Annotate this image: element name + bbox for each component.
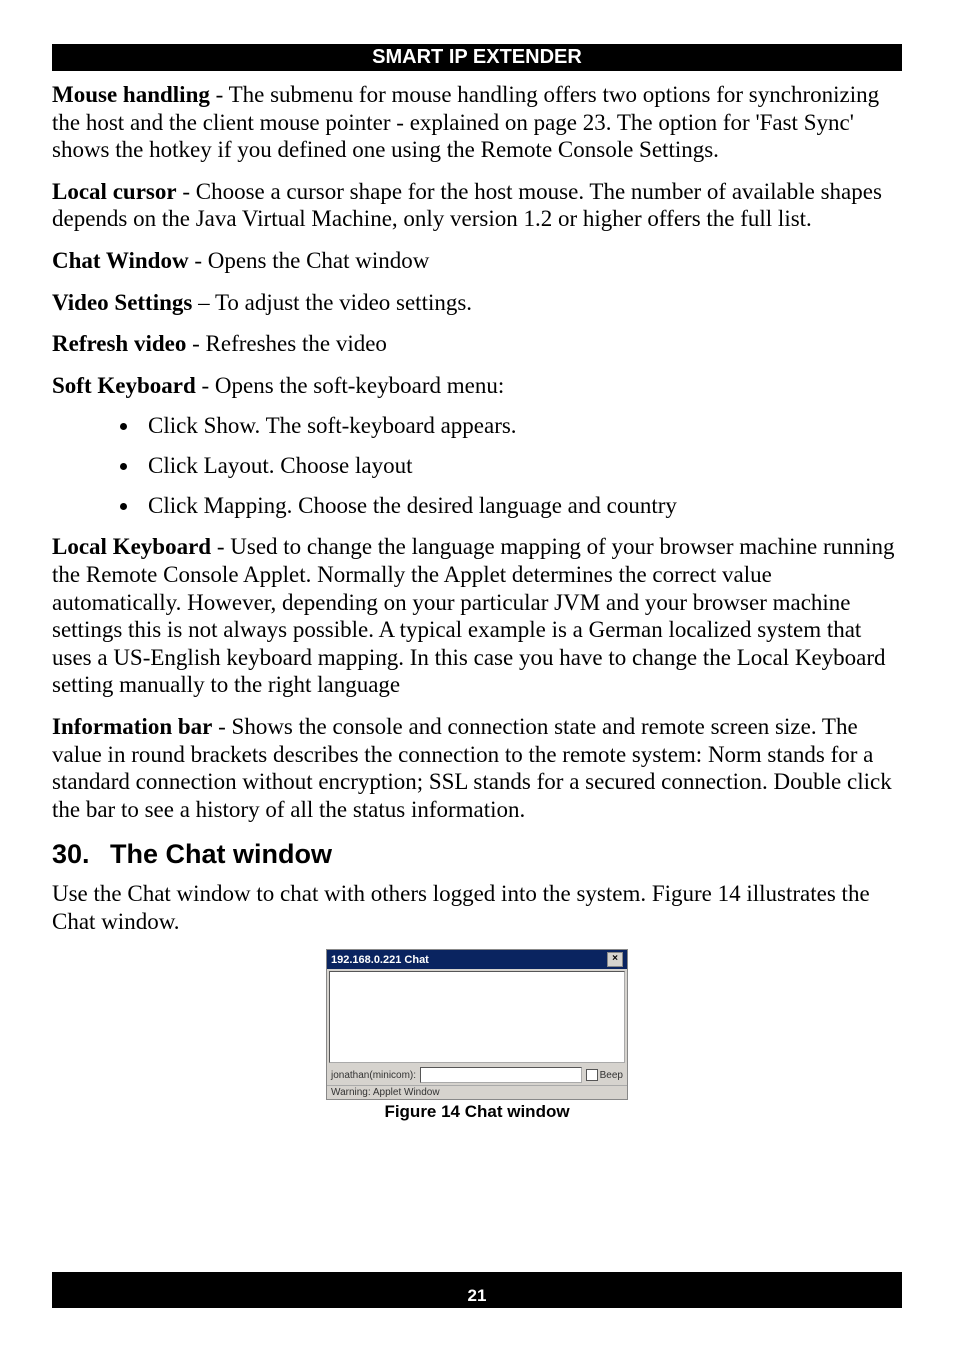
section-title: The Chat window [110, 839, 332, 869]
header-bar: SMART IP EXTENDER [52, 44, 902, 71]
beep-label: Beep [600, 1070, 623, 1081]
text-chat-window: - Opens the Chat window [189, 248, 430, 273]
figure-wrap: 192.168.0.221 Chat × jonathan(minicom): … [52, 949, 902, 1122]
bullet-mapping: Click Mapping. Choose the desired langua… [140, 493, 902, 519]
header-title: SMART IP EXTENDER [372, 46, 582, 68]
chat-input[interactable] [420, 1067, 582, 1083]
chat-titlebar: 192.168.0.221 Chat × [327, 950, 627, 969]
text-local-cursor: - Choose a cursor shape for the host mou… [52, 179, 882, 232]
beep-checkbox[interactable] [586, 1069, 598, 1081]
chat-status: Warning: Applet Window [327, 1085, 627, 1099]
para-refresh-video: Refresh video - Refreshes the video [52, 330, 902, 358]
page-number: 21 [52, 1286, 902, 1308]
chat-window-figure: 192.168.0.221 Chat × jonathan(minicom): … [326, 949, 628, 1100]
footer-bar [52, 1272, 902, 1286]
term-local-keyboard: Local Keyboard [52, 534, 211, 559]
para-local-cursor: Local cursor - Choose a cursor shape for… [52, 178, 902, 233]
term-information-bar: Information bar [52, 714, 212, 739]
chat-message-area [329, 971, 625, 1063]
term-video-settings: Video Settings [52, 290, 192, 315]
bullet-show: Click Show. The soft-keyboard appears. [140, 413, 902, 439]
text-video-settings: – To adjust the video settings. [192, 290, 472, 315]
para-soft-keyboard: Soft Keyboard - Opens the soft-keyboard … [52, 372, 902, 400]
para-information-bar: Information bar - Shows the console and … [52, 713, 902, 823]
text-soft-keyboard: - Opens the soft-keyboard menu: [196, 373, 505, 398]
term-local-cursor: Local cursor [52, 179, 177, 204]
soft-keyboard-bullets: Click Show. The soft-keyboard appears. C… [52, 413, 902, 519]
term-soft-keyboard: Soft Keyboard [52, 373, 196, 398]
para-chat-window: Chat Window - Opens the Chat window [52, 247, 902, 275]
term-refresh-video: Refresh video [52, 331, 186, 356]
body-text: Mouse handling - The submenu for mouse h… [52, 81, 902, 1122]
term-mouse-handling: Mouse handling [52, 82, 210, 107]
para-local-keyboard: Local Keyboard - Used to change the lang… [52, 533, 902, 699]
para-video-settings: Video Settings – To adjust the video set… [52, 289, 902, 317]
close-icon[interactable]: × [607, 952, 623, 967]
chat-title-text: 192.168.0.221 Chat [331, 954, 429, 966]
chat-username: jonathan(minicom): [331, 1070, 416, 1081]
para-chat-intro: Use the Chat window to chat with others … [52, 880, 902, 935]
section-heading: 30.The Chat window [52, 839, 902, 870]
para-mouse-handling: Mouse handling - The submenu for mouse h… [52, 81, 902, 164]
section-number: 30. [52, 839, 110, 870]
term-chat-window: Chat Window [52, 248, 189, 273]
footer: 21 [52, 1272, 902, 1308]
text-refresh-video: - Refreshes the video [186, 331, 387, 356]
bullet-layout: Click Layout. Choose layout [140, 453, 902, 479]
chat-input-row: jonathan(minicom): Beep [327, 1065, 627, 1085]
figure-caption: Figure 14 Chat window [52, 1102, 902, 1122]
